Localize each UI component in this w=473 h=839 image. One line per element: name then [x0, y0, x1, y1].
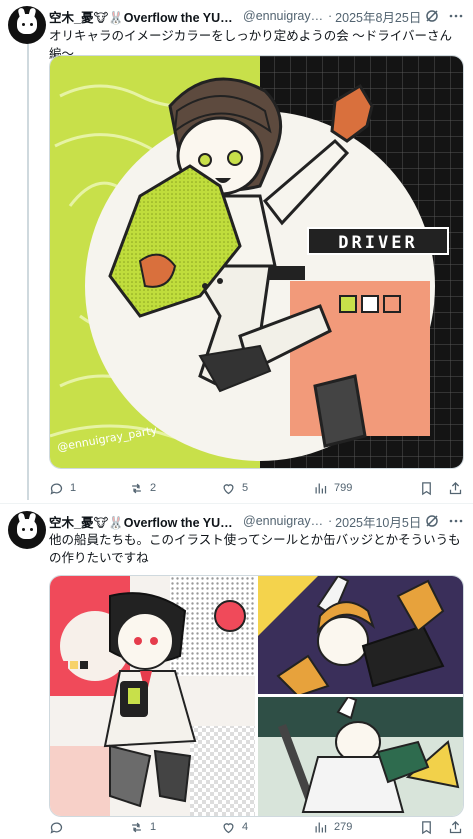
- repost-button[interactable]: 1: [129, 820, 221, 835]
- like-button[interactable]: 4: [221, 820, 313, 835]
- reply-button[interactable]: 1: [49, 481, 129, 496]
- like-count: 4: [242, 821, 249, 833]
- avatar[interactable]: [8, 511, 46, 549]
- views-button[interactable]: 799: [313, 481, 398, 496]
- reply-count: 1: [70, 482, 77, 494]
- user-handle[interactable]: @ennuigray_...: [243, 9, 325, 23]
- illustration-driver: DRIVER @ennuigray_party: [50, 56, 463, 468]
- post-image[interactable]: [258, 576, 463, 694]
- post-2[interactable]: 空木_憂🐮🐰Overflow the YUnive @ennuigray_...…: [0, 505, 473, 839]
- share-icon[interactable]: [448, 481, 463, 496]
- like-button[interactable]: 5: [221, 481, 313, 496]
- divider: [0, 503, 473, 504]
- post-text: 他の船員たちも。このイラスト使ってシールとか缶バッジとかそういうもの作りたいです…: [49, 533, 461, 565]
- separator: ·: [328, 9, 333, 23]
- separator: ·: [328, 514, 333, 528]
- post-date[interactable]: 2025年8月25日: [335, 7, 421, 26]
- repost-button[interactable]: 2: [129, 481, 221, 496]
- repost-icon: [132, 483, 141, 493]
- post-image[interactable]: [50, 576, 255, 816]
- display-name[interactable]: 空木_憂🐮🐰Overflow the YUnive: [49, 512, 237, 531]
- views-count: 799: [334, 482, 353, 494]
- views-button[interactable]: 279: [313, 820, 398, 835]
- thread-line: [27, 40, 29, 500]
- grok-icon[interactable]: [425, 9, 439, 23]
- repost-icon: [132, 822, 141, 832]
- bookmark-icon[interactable]: [419, 481, 434, 496]
- post-date[interactable]: 2025年10月5日: [335, 512, 421, 531]
- grok-icon[interactable]: [425, 514, 439, 528]
- like-icon: [223, 483, 234, 494]
- display-name[interactable]: 空木_憂🐮🐰Overflow the YUnive: [49, 7, 237, 26]
- more-icon[interactable]: [449, 514, 463, 528]
- views-count: 279: [334, 821, 353, 833]
- share-icon[interactable]: [448, 820, 463, 835]
- reply-icon: [50, 822, 63, 834]
- post-1[interactable]: 空木_憂🐮🐰Overflow the YUnive @ennuigray_...…: [0, 0, 473, 500]
- repost-count: 1: [150, 821, 157, 833]
- reply-button[interactable]: [49, 820, 129, 835]
- bookmark-icon[interactable]: [419, 820, 434, 835]
- views-icon: [315, 822, 327, 832]
- post-image[interactable]: [258, 697, 463, 816]
- user-handle[interactable]: @ennuigray_...: [243, 514, 325, 528]
- post-header: 空木_憂🐮🐰Overflow the YUnive @ennuigray_...…: [49, 6, 463, 26]
- like-icon: [223, 822, 234, 833]
- action-bar: 1 2 5 799: [49, 480, 463, 496]
- more-icon[interactable]: [449, 9, 463, 23]
- action-bar: 1 4 279: [49, 819, 463, 835]
- like-count: 5: [242, 482, 249, 494]
- views-icon: [315, 483, 327, 493]
- avatar[interactable]: [8, 6, 46, 44]
- reply-icon: [50, 483, 63, 495]
- post-image-grid: [49, 575, 464, 817]
- driver-banner: DRIVER: [338, 233, 417, 253]
- post-image[interactable]: DRIVER @ennuigray_party: [49, 55, 464, 469]
- post-header: 空木_憂🐮🐰Overflow the YUnive @ennuigray_...…: [49, 511, 463, 531]
- repost-count: 2: [150, 482, 157, 494]
